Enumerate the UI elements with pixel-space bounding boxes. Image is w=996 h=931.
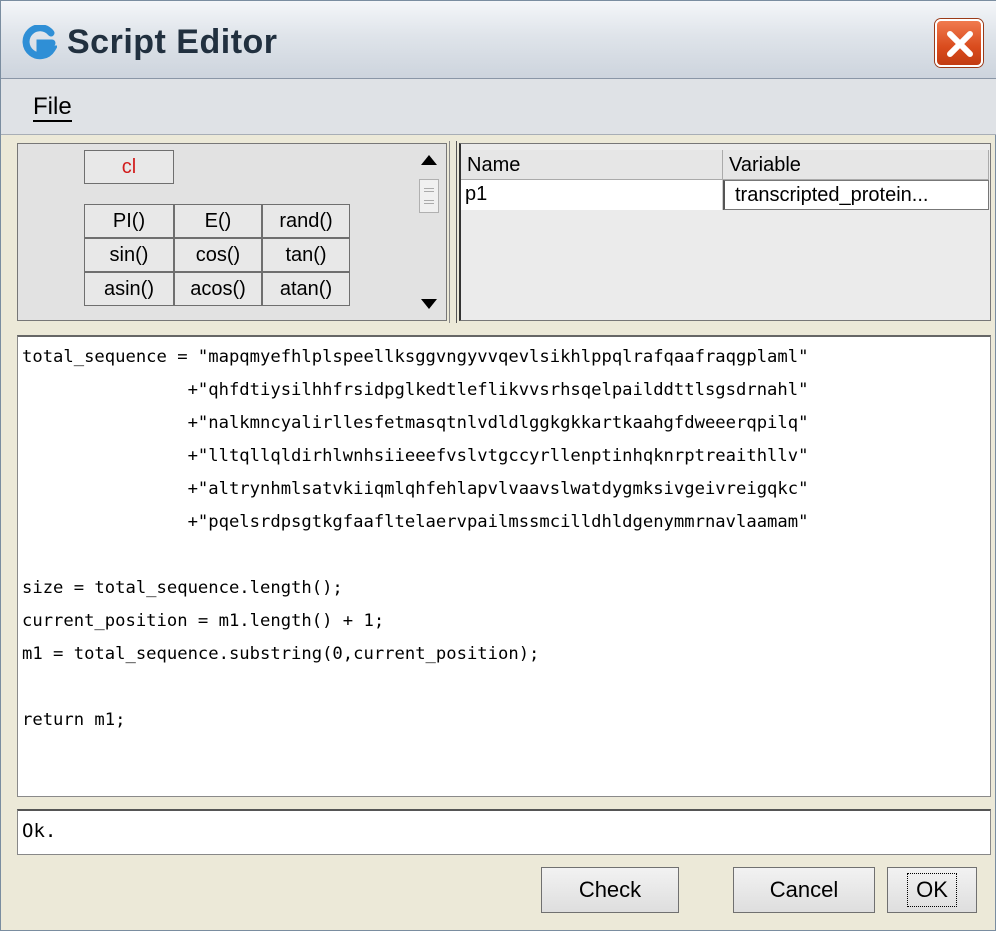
column-header-variable[interactable]: Variable — [723, 150, 989, 180]
cancel-button[interactable]: Cancel — [733, 867, 875, 913]
menu-file[interactable]: File — [33, 93, 72, 122]
code-line: current_position = m1.length() + 1; — [22, 611, 385, 631]
table-cell-name[interactable]: p1 — [461, 180, 723, 210]
sin-button[interactable]: sin() — [84, 238, 174, 272]
code-line: return m1; — [22, 710, 126, 730]
ok-button[interactable]: OK — [887, 867, 977, 913]
code-line: +"lltqllqldirhlwnhsiieeefvslvtgccyrllenp… — [22, 446, 809, 466]
close-icon — [947, 31, 973, 57]
table-cell-variable[interactable]: transcripted_protein... — [723, 180, 989, 210]
atan-button[interactable]: atan() — [262, 272, 350, 306]
panel-splitter[interactable] — [449, 141, 457, 323]
scroll-thumb[interactable] — [419, 179, 439, 213]
acos-button[interactable]: acos() — [174, 272, 262, 306]
e-button[interactable]: E() — [174, 204, 262, 238]
clear-button[interactable]: cl — [84, 150, 174, 184]
cos-button[interactable]: cos() — [174, 238, 262, 272]
pi-button[interactable]: PI() — [84, 204, 174, 238]
menu-bar: File — [1, 79, 996, 135]
menu-file-label: File — [33, 93, 72, 122]
ok-button-label: OK — [907, 873, 957, 907]
function-button-panel: cl PI() E() rand() sin() cos() tan() asi… — [17, 143, 447, 321]
column-header-name[interactable]: Name — [461, 150, 723, 180]
status-text: Ok. — [22, 820, 57, 842]
check-button[interactable]: Check — [541, 867, 679, 913]
script-editor-window: Script Editor File cl PI() E() rand() si… — [0, 0, 996, 931]
asin-button[interactable]: asin() — [84, 272, 174, 306]
code-line: total_sequence = "mapqmyefhlplspeellksgg… — [22, 347, 809, 367]
arrow-down-icon[interactable] — [421, 299, 437, 309]
variables-table: Name Variable p1 transcripted_protein... — [459, 143, 991, 321]
code-line: size = total_sequence.length(); — [22, 578, 343, 598]
code-line: +"altrynhmlsatvkiiqmlqhfehlapvlvaavslwat… — [22, 479, 809, 499]
close-button[interactable] — [935, 19, 983, 67]
script-text-area[interactable]: total_sequence = "mapqmyefhlplspeellksgg… — [17, 335, 991, 797]
title-bar[interactable]: Script Editor — [1, 1, 996, 79]
button-panel-scrollbar[interactable] — [413, 145, 443, 319]
tan-button[interactable]: tan() — [262, 238, 350, 272]
rand-button[interactable]: rand() — [262, 204, 350, 238]
arrow-up-icon[interactable] — [421, 155, 437, 165]
code-line: m1 = total_sequence.substring(0,current_… — [22, 644, 540, 664]
status-field: Ok. — [17, 809, 991, 855]
app-logo-icon — [22, 25, 57, 60]
code-line: +"nalkmncyalirllesfetmasqtnlvdldlggkgkka… — [22, 413, 809, 433]
code-line: +"qhfdtiysilhhfrsidpglkedtleflikvvsrhsqe… — [22, 380, 809, 400]
code-line: +"pqelsrdpsgtkgfaafltelaervpailmssmcilld… — [22, 512, 809, 532]
window-title: Script Editor — [67, 23, 278, 61]
